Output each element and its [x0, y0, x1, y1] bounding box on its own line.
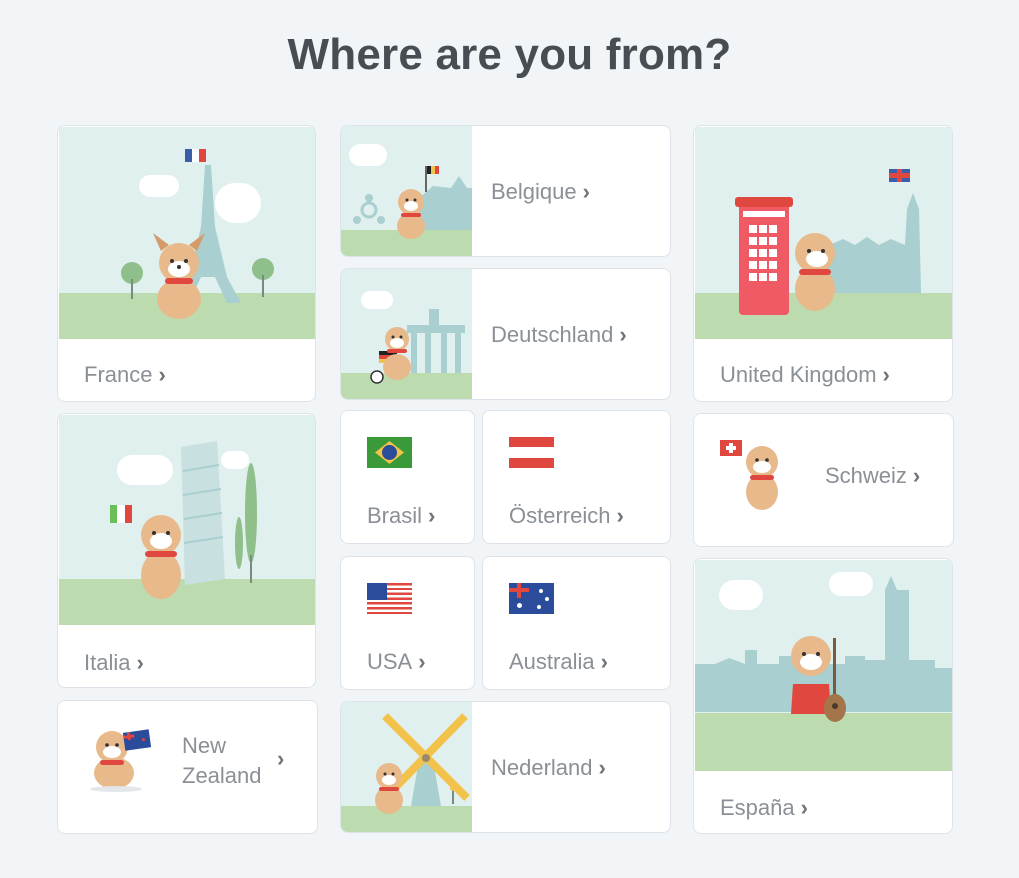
italia-scene: [59, 415, 315, 625]
flag-icon: [367, 583, 412, 614]
country-label-nederland: Nederland: [491, 755, 593, 780]
chevron-right-icon: ›: [582, 179, 590, 204]
chevron-right-icon: ›: [136, 650, 144, 675]
country-card-united-kingdom[interactable]: United Kingdom ›: [693, 125, 953, 402]
dog-mascot-icon: [746, 446, 778, 510]
country-card-new-zealand[interactable]: New Zealand ›: [57, 700, 318, 834]
country-label-usa: USA: [367, 649, 413, 674]
chevron-right-icon: ›: [428, 503, 436, 528]
country-card-osterreich[interactable]: Österreich ›: [482, 410, 671, 544]
deutschland-scene: [341, 269, 472, 399]
country-label-belgique: Belgique: [491, 179, 577, 204]
flag-icon: [185, 149, 206, 162]
country-label-schweiz: Schweiz: [825, 463, 907, 488]
belgique-scene: [341, 126, 472, 256]
chevron-right-icon: ›: [619, 322, 627, 347]
country-card-brasil[interactable]: Brasil ›: [340, 410, 475, 544]
flag-icon: [509, 437, 554, 468]
dog-mascot-icon: [375, 763, 403, 814]
dog-mascot-icon: [795, 233, 835, 311]
flag-icon: [122, 729, 152, 751]
dog-mascot-icon: [791, 636, 846, 722]
flag-icon: [367, 437, 412, 468]
espana-scene: [695, 560, 952, 771]
dog-mascot-icon: [397, 189, 425, 239]
nederland-scene: [341, 702, 472, 832]
country-card-schweiz[interactable]: Schweiz ›: [693, 413, 954, 547]
chevron-right-icon: ›: [600, 649, 608, 674]
flag-icon: [889, 169, 910, 182]
chevron-right-icon: ›: [882, 362, 890, 387]
country-card-belgique[interactable]: Belgique ›: [340, 125, 671, 257]
chevron-right-icon: ›: [800, 795, 808, 820]
country-label-italia: Italia: [84, 650, 131, 675]
country-card-italia[interactable]: Italia ›: [57, 413, 316, 688]
country-label-brasil: Brasil: [367, 503, 423, 528]
dog-mascot-icon: [383, 327, 411, 380]
chevron-right-icon: ›: [418, 649, 426, 674]
country-label-new-zealand-line2: Zealand: [182, 763, 262, 788]
chevron-right-icon: ›: [616, 503, 624, 528]
country-label-new-zealand-line1: New: [182, 733, 227, 758]
country-card-australia[interactable]: Australia ›: [482, 556, 671, 690]
country-card-france[interactable]: France ›: [57, 125, 316, 402]
country-label-deutschland: Deutschland: [491, 322, 614, 347]
country-card-deutschland[interactable]: Deutschland ›: [340, 268, 671, 400]
country-label-france: France: [84, 362, 153, 387]
flag-icon: [427, 166, 439, 174]
chevron-right-icon: ›: [912, 463, 921, 488]
dog-mascot-icon: [153, 233, 205, 319]
country-label-espana: España: [720, 795, 795, 820]
dog-mascot-icon: [141, 515, 181, 599]
chevron-right-icon: ›: [277, 746, 285, 771]
country-label-osterreich: Österreich: [509, 503, 611, 528]
country-card-nederland[interactable]: Nederland ›: [340, 701, 671, 833]
chevron-right-icon: ›: [598, 755, 606, 780]
uk-scene: [695, 127, 952, 339]
country-card-espana[interactable]: España ›: [693, 558, 953, 834]
country-label-united-kingdom: United Kingdom: [720, 362, 877, 387]
france-scene: [59, 127, 315, 339]
country-label-australia: Australia: [509, 649, 595, 674]
country-card-usa[interactable]: USA ›: [340, 556, 475, 690]
page-title: Where are you from?: [287, 30, 732, 79]
flag-icon: [509, 583, 554, 614]
chevron-right-icon: ›: [158, 362, 166, 387]
